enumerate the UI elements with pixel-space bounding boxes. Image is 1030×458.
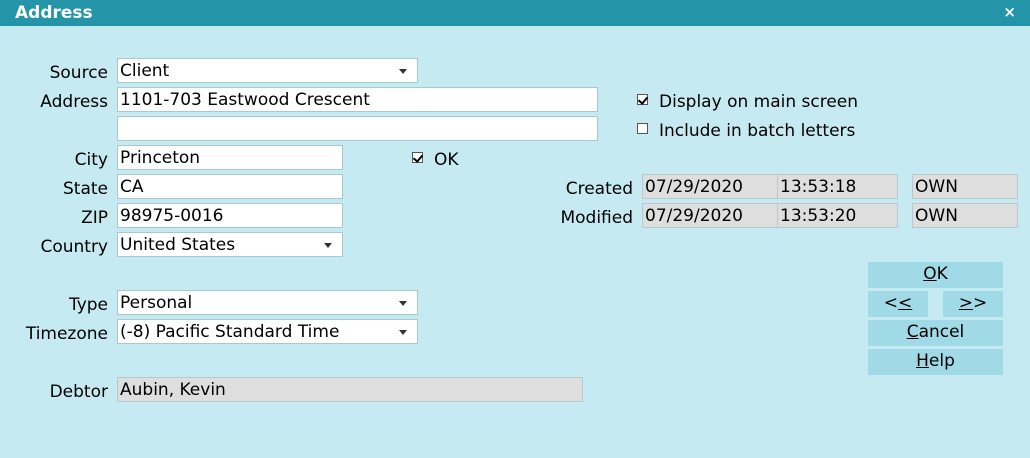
modified-user: OWN xyxy=(912,203,1018,228)
window-title: Address xyxy=(15,3,93,23)
source-select[interactable]: Client xyxy=(117,58,418,83)
ok-button-mnemonic: O xyxy=(923,264,937,284)
display-main-checkbox[interactable] xyxy=(637,94,648,105)
prev-button-mnemonic: < xyxy=(898,293,913,313)
state-label: State xyxy=(63,179,108,199)
batch-letters-checkbox[interactable] xyxy=(637,123,648,134)
previous-button[interactable]: << xyxy=(868,291,928,317)
cancel-button-post: ancel xyxy=(918,322,965,342)
state-value: CA xyxy=(120,177,144,197)
modified-date-value: 07/29/2020 xyxy=(645,206,743,226)
source-label: Source xyxy=(49,63,108,83)
timezone-label: Timezone xyxy=(25,324,108,344)
modified-user-value: OWN xyxy=(915,206,958,226)
display-main-label: Display on main screen xyxy=(659,92,859,112)
city-label: City xyxy=(74,150,108,170)
timezone-value: (-8) Pacific Standard Time xyxy=(120,322,340,342)
country-value: United States xyxy=(120,235,236,255)
address-line2-input[interactable] xyxy=(117,116,598,141)
timezone-select[interactable]: (-8) Pacific Standard Time xyxy=(117,319,418,344)
ok-button-post: K xyxy=(936,264,948,284)
created-time-value: 13:53:18 xyxy=(780,177,857,197)
country-select[interactable]: United States xyxy=(117,232,343,257)
created-date-value: 07/29/2020 xyxy=(645,177,743,197)
zip-label: ZIP xyxy=(81,208,108,228)
source-value: Client xyxy=(120,61,170,81)
help-button[interactable]: Help xyxy=(868,349,1003,375)
address-line1-input[interactable]: 1101-703 Eastwood Crescent xyxy=(117,87,598,112)
debtor-field: Aubin, Kevin xyxy=(117,377,583,402)
batch-letters-label: Include in batch letters xyxy=(659,121,856,141)
modified-label: Modified xyxy=(560,208,633,228)
ok-checkbox-label: OK xyxy=(434,150,459,170)
created-date: 07/29/2020 xyxy=(642,174,778,199)
city-input[interactable]: Princeton xyxy=(117,145,343,170)
close-icon[interactable]: × xyxy=(1003,3,1016,21)
next-button-mnemonic: > xyxy=(958,293,973,313)
created-user: OWN xyxy=(912,174,1018,199)
zip-value: 98975-0016 xyxy=(120,206,224,226)
city-value: Princeton xyxy=(120,148,201,168)
debtor-value: Aubin, Kevin xyxy=(120,380,226,400)
next-button[interactable]: >> xyxy=(943,291,1003,317)
next-button-post: > xyxy=(973,293,988,313)
type-select[interactable]: Personal xyxy=(117,290,418,315)
cancel-button[interactable]: Cancel xyxy=(868,320,1003,346)
modified-date: 07/29/2020 xyxy=(642,203,778,228)
modified-time-value: 13:53:20 xyxy=(780,206,857,226)
title-bar: Address × xyxy=(0,0,1030,26)
modified-time: 13:53:20 xyxy=(777,203,898,228)
ok-button[interactable]: OK xyxy=(868,262,1003,288)
created-time: 13:53:18 xyxy=(777,174,898,199)
zip-input[interactable]: 98975-0016 xyxy=(117,203,343,228)
state-input[interactable]: CA xyxy=(117,174,343,199)
created-user-value: OWN xyxy=(915,177,958,197)
type-value: Personal xyxy=(120,293,193,313)
ok-checkbox[interactable] xyxy=(412,152,423,163)
address-label: Address xyxy=(40,92,108,112)
country-label: Country xyxy=(40,237,108,257)
created-label: Created xyxy=(565,179,633,199)
prev-button-pre: < xyxy=(883,293,898,313)
help-button-mnemonic: H xyxy=(916,351,929,371)
address-line1-value: 1101-703 Eastwood Crescent xyxy=(120,90,370,110)
cancel-button-mnemonic: C xyxy=(906,322,919,342)
help-button-post: elp xyxy=(928,351,955,371)
debtor-label: Debtor xyxy=(49,382,108,402)
type-label: Type xyxy=(68,295,108,315)
